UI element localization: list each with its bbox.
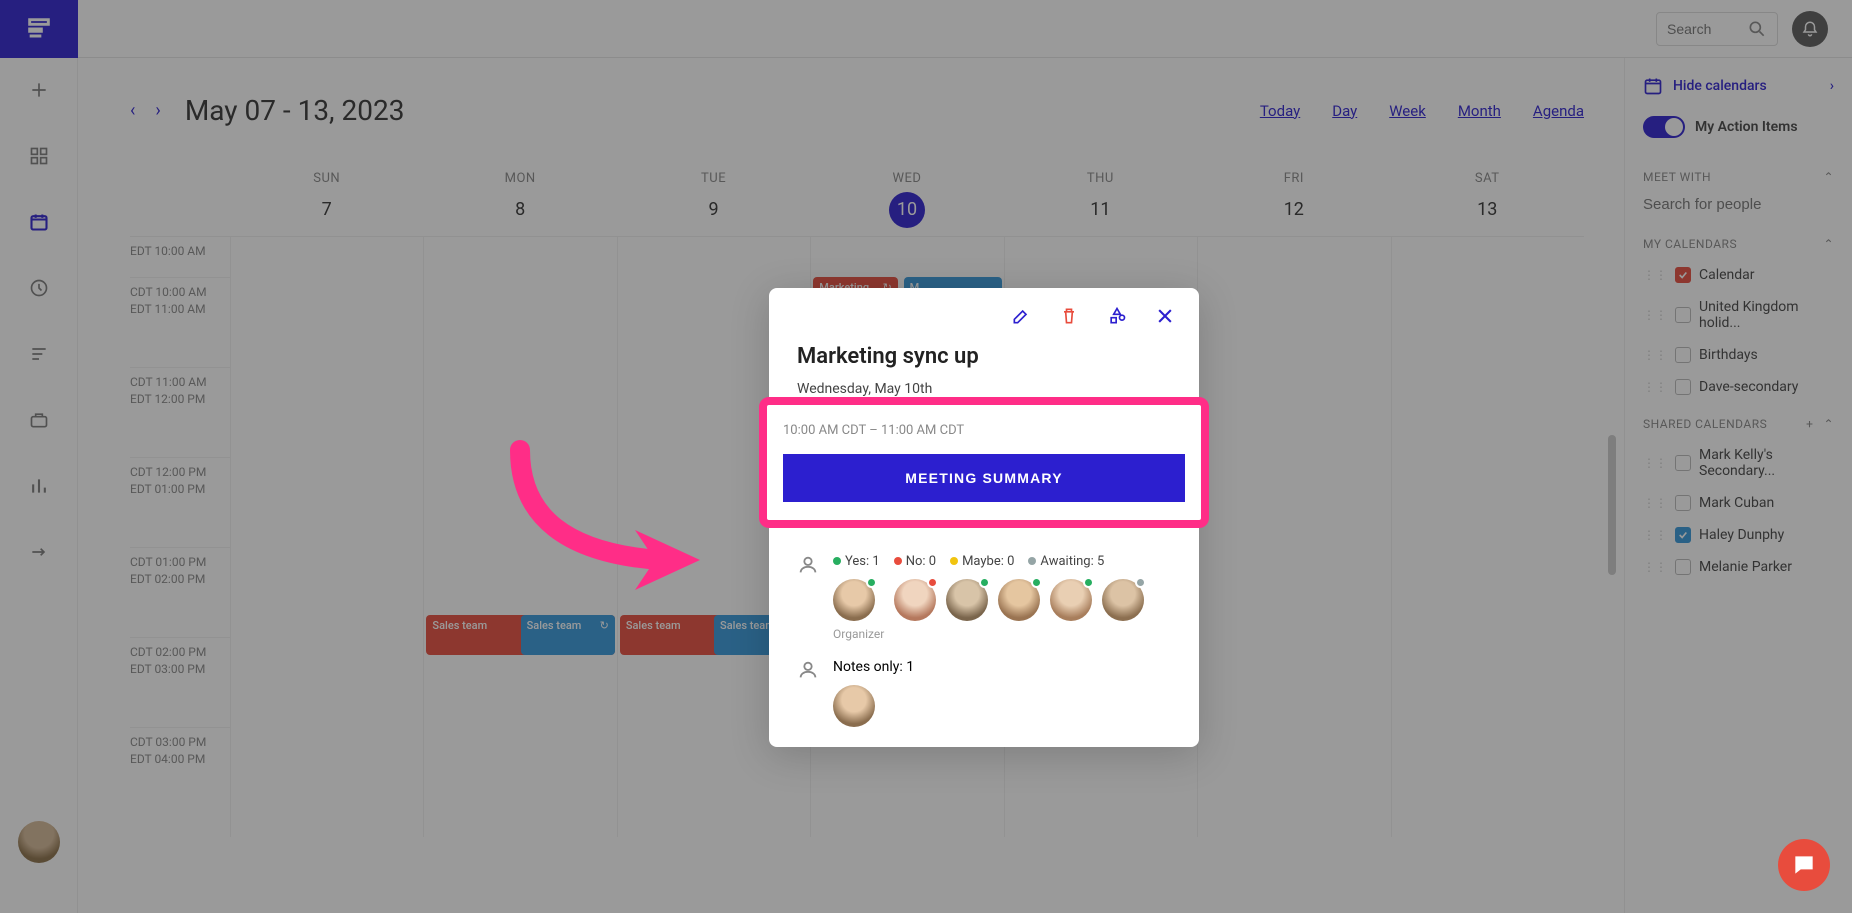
day-header[interactable]: SAT13: [1391, 163, 1584, 236]
day-header[interactable]: WED10: [810, 163, 1003, 236]
nav-grid[interactable]: [25, 142, 53, 170]
drag-handle-icon[interactable]: ⋮⋮: [1643, 268, 1667, 282]
nav-briefcase[interactable]: [25, 406, 53, 434]
action-items-label: My Action Items: [1695, 119, 1798, 135]
section-my-calendars: MY CALENDARS: [1643, 237, 1737, 251]
search-people-input[interactable]: [1643, 196, 1834, 213]
calendar-event[interactable]: ↻Sales team: [521, 615, 615, 655]
nav-calendar[interactable]: [25, 208, 53, 236]
event-popover: Marketing sync up Wednesday, May 10th 10…: [769, 288, 1199, 747]
day-header[interactable]: FRI12: [1197, 163, 1390, 236]
add-shared-icon[interactable]: +: [1806, 417, 1813, 431]
notes-only-label: Notes only: 1: [833, 659, 914, 675]
day-header[interactable]: SUN7: [230, 163, 423, 236]
attendee-avatar[interactable]: [998, 579, 1040, 621]
attendee-icon: [797, 554, 819, 641]
attendee-stats: Yes: 1 No: 0 Maybe: 0 Awaiting: 5: [833, 554, 1144, 569]
nav-add[interactable]: [25, 76, 53, 104]
nav-stats[interactable]: [25, 472, 53, 500]
nav-list[interactable]: [25, 340, 53, 368]
drag-handle-icon[interactable]: ⋮⋮: [1643, 308, 1667, 322]
view-day[interactable]: Day: [1332, 102, 1357, 120]
calendar-checkbox[interactable]: [1675, 267, 1691, 283]
app-logo[interactable]: [0, 0, 78, 58]
recurring-icon: ↻: [600, 619, 609, 633]
calendar-list-item[interactable]: ⋮⋮Birthdays: [1625, 339, 1852, 371]
calendar-list-item[interactable]: ⋮⋮Mark Cuban: [1625, 487, 1852, 519]
calendar-list-item[interactable]: ⋮⋮Mark Kelly's Secondary...: [1625, 439, 1852, 487]
attendee-avatar[interactable]: [946, 579, 988, 621]
prev-week-button[interactable]: ‹: [130, 100, 135, 121]
drag-handle-icon[interactable]: ⋮⋮: [1643, 528, 1667, 542]
calendar-list-item[interactable]: ⋮⋮Haley Dunphy: [1625, 519, 1852, 551]
notes-avatar[interactable]: [833, 685, 875, 727]
hide-calendars-button[interactable]: Hide calendars: [1673, 78, 1767, 94]
calendar-checkbox[interactable]: [1675, 379, 1691, 395]
attendee-avatar[interactable]: [1050, 579, 1092, 621]
calendar-checkbox[interactable]: [1675, 559, 1691, 575]
calendar-list-item[interactable]: ⋮⋮Melanie Parker: [1625, 551, 1852, 583]
notifications-button[interactable]: [1792, 11, 1828, 47]
calendar-list-item[interactable]: ⋮⋮United Kingdom holid...: [1625, 291, 1852, 339]
scrollbar[interactable]: [1608, 435, 1616, 575]
calendar-title: May 07 - 13, 2023: [185, 94, 405, 127]
help-chat-button[interactable]: [1778, 839, 1830, 891]
delete-event-button[interactable]: [1059, 306, 1079, 330]
calendar-checkbox[interactable]: [1675, 455, 1691, 471]
day-header[interactable]: TUE9: [617, 163, 810, 236]
day-header[interactable]: MON8: [423, 163, 616, 236]
calendar-checkbox[interactable]: [1675, 347, 1691, 363]
search-input[interactable]: [1656, 12, 1778, 46]
attendee-avatar[interactable]: [833, 579, 875, 621]
view-today[interactable]: Today: [1260, 102, 1300, 120]
drag-handle-icon[interactable]: ⋮⋮: [1643, 496, 1667, 510]
drag-handle-icon[interactable]: ⋮⋮: [1643, 456, 1667, 470]
user-avatar[interactable]: [18, 821, 60, 863]
calendar-list-item[interactable]: ⋮⋮Calendar: [1625, 259, 1852, 291]
attendee-avatar[interactable]: [894, 579, 936, 621]
organizer-label: Organizer: [833, 627, 884, 641]
view-agenda[interactable]: Agenda: [1533, 102, 1584, 120]
calendar-checkbox[interactable]: [1675, 495, 1691, 511]
calendar-icon: [1643, 76, 1663, 96]
highlight-annotation: 10:00 AM CDT – 11:00 AM CDT MEETING SUMM…: [759, 397, 1209, 528]
chevron-right-icon[interactable]: ›: [1830, 78, 1834, 94]
nav-clock[interactable]: [25, 274, 53, 302]
popover-date: Wednesday, May 10th: [797, 381, 1171, 397]
drag-handle-icon[interactable]: ⋮⋮: [1643, 560, 1667, 574]
calendar-checkbox[interactable]: [1675, 307, 1691, 323]
notes-icon: [797, 659, 819, 685]
chevron-up-icon[interactable]: ⌃: [1823, 237, 1834, 251]
attendee-avatar[interactable]: [1102, 579, 1144, 621]
close-button[interactable]: [1155, 306, 1175, 330]
chevron-up-icon[interactable]: ⌃: [1823, 170, 1834, 184]
calendar-list-item[interactable]: ⋮⋮Dave-secondary: [1625, 371, 1852, 403]
chevron-up-icon[interactable]: ⌃: [1823, 417, 1834, 431]
meeting-summary-button[interactable]: MEETING SUMMARY: [783, 454, 1185, 502]
search-icon: [1747, 19, 1767, 39]
day-header[interactable]: THU11: [1004, 163, 1197, 236]
popover-title: Marketing sync up: [797, 344, 1171, 369]
action-items-toggle[interactable]: [1643, 116, 1685, 138]
view-month[interactable]: Month: [1458, 102, 1501, 120]
drag-handle-icon[interactable]: ⋮⋮: [1643, 348, 1667, 362]
popover-time: 10:00 AM CDT – 11:00 AM CDT: [783, 423, 1185, 438]
edit-event-button[interactable]: [1011, 306, 1031, 330]
drag-handle-icon[interactable]: ⋮⋮: [1643, 380, 1667, 394]
section-shared-calendars: SHARED CALENDARS: [1643, 417, 1767, 431]
view-week[interactable]: Week: [1389, 102, 1426, 120]
calendar-checkbox[interactable]: [1675, 527, 1691, 543]
shapes-icon[interactable]: [1107, 306, 1127, 330]
next-week-button[interactable]: ›: [155, 100, 160, 121]
section-meet-with: MEET WITH: [1643, 170, 1711, 184]
nav-arrow[interactable]: [25, 538, 53, 566]
